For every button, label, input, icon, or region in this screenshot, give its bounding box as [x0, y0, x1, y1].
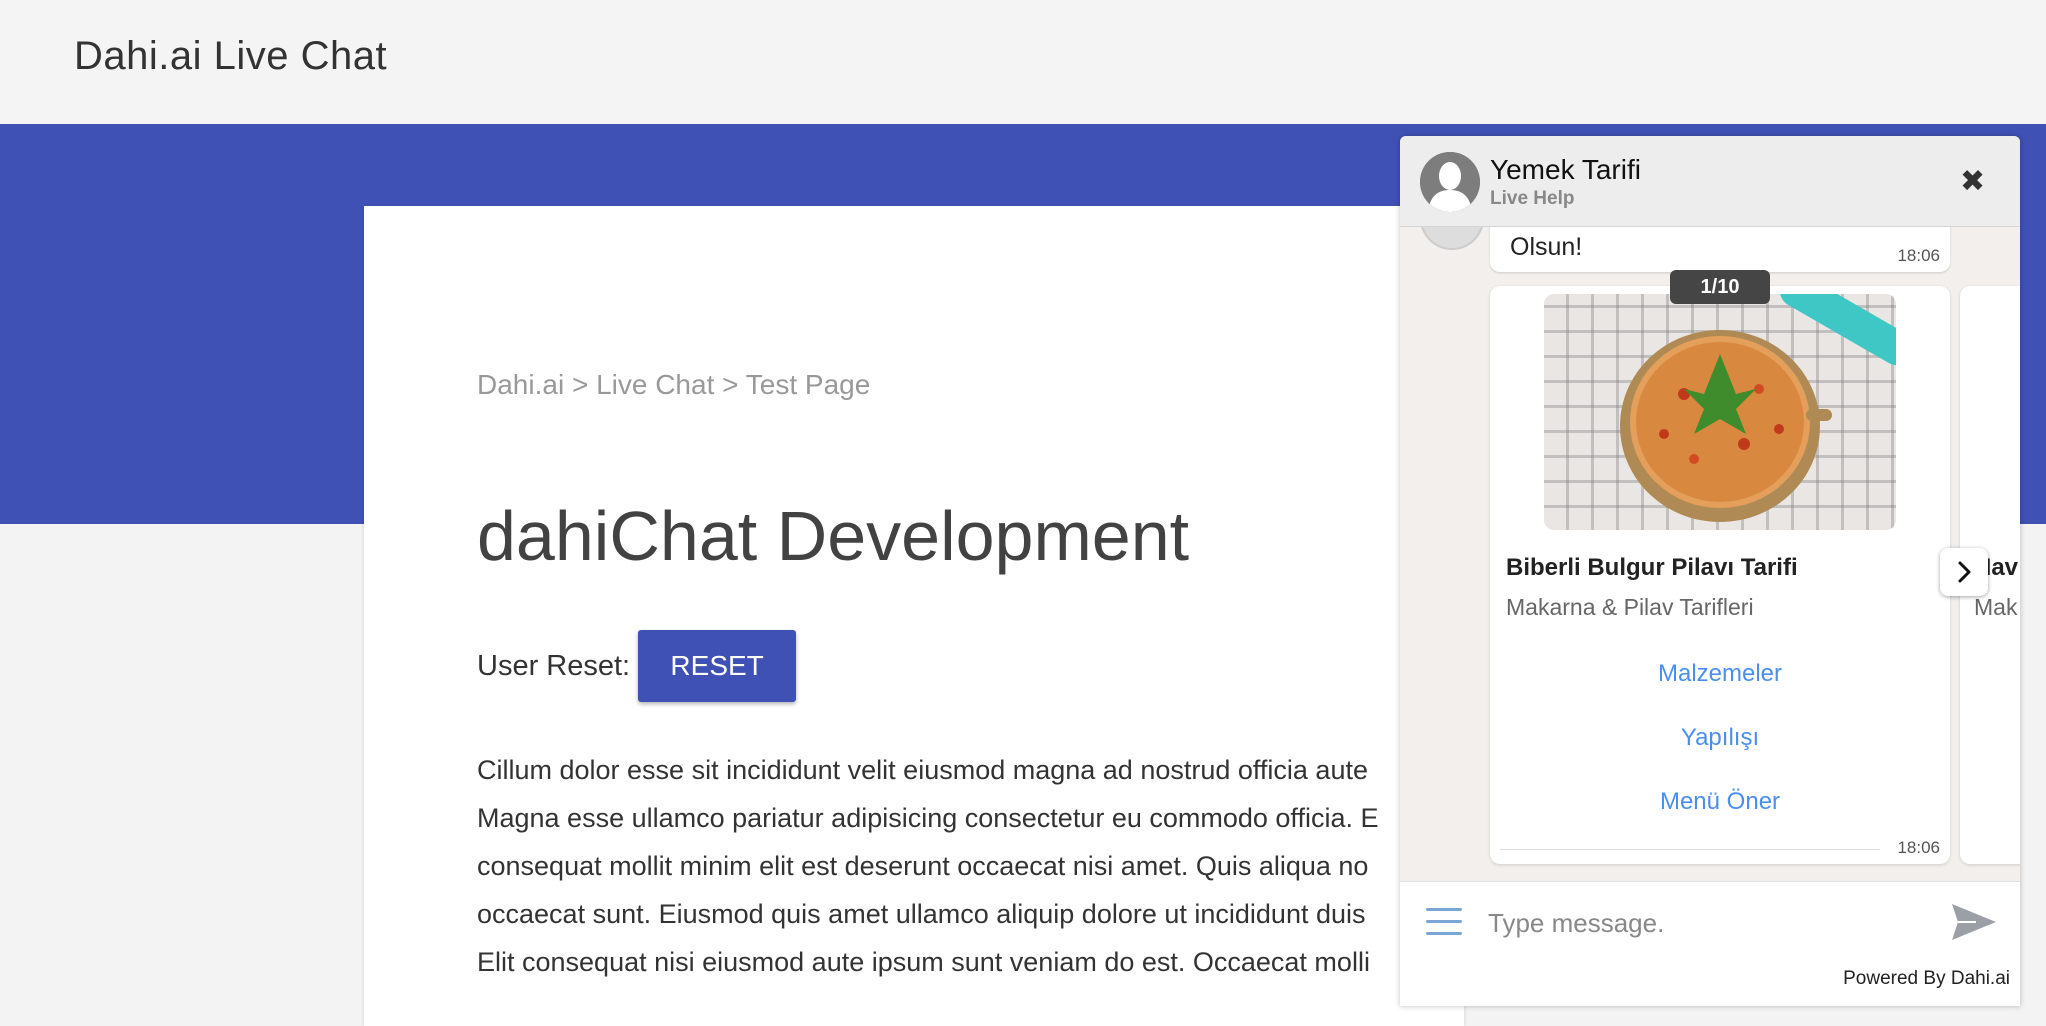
person-icon: [1420, 152, 1480, 212]
reset-label: User Reset:: [477, 649, 631, 682]
body-paragraph: Cillum dolor esse sit incididunt velit e…: [477, 746, 1457, 986]
page-title: dahiChat Development: [477, 497, 1190, 575]
message-text: Olsun!: [1510, 233, 1583, 261]
chat-title: Yemek Tarifi: [1490, 154, 1641, 185]
powered-by[interactable]: Powered By Dahi.ai: [1843, 968, 2010, 990]
chevron-right-icon: [1958, 561, 1971, 583]
message-time: 18:06: [1897, 246, 1940, 265]
bot-avatar: [1420, 152, 1480, 212]
reset-row: User Reset: RESET: [477, 630, 797, 702]
chat-header: Yemek Tarifi Live Help ✖: [1400, 136, 2020, 227]
carousel-next-button[interactable]: [1940, 548, 1988, 596]
message-bubble: Olsun! 18:06: [1490, 226, 1950, 272]
chat-input-bar: [1400, 881, 2020, 962]
sender-avatar: [1420, 226, 1484, 250]
carousel-card: Biberli Bulgur Pilavı Tarifi Makarna & P…: [1490, 286, 1950, 864]
recipe-image: [1544, 294, 1896, 530]
recipe-title: Biberli Bulgur Pilavı Tarifi: [1506, 554, 1798, 581]
recipe-category: Mak: [1974, 594, 2018, 620]
send-button[interactable]: [1950, 902, 1998, 947]
menu-icon[interactable]: [1426, 908, 1462, 938]
card-time: 18:06: [1897, 838, 1940, 857]
reset-button[interactable]: RESET: [638, 630, 797, 702]
card-divider: [1500, 849, 1880, 850]
carousel-pager: 1/10: [1670, 270, 1770, 304]
top-bar: Dahi.ai Live Chat: [0, 0, 2046, 124]
chat-widget: Yemek Tarifi Live Help ✖ Olsun! 18:06 1/…: [1400, 136, 2020, 1006]
body-line: Cillum dolor esse sit incididunt velit e…: [477, 755, 1368, 785]
chat-subtitle: Live Help: [1490, 188, 1575, 209]
body-line: consequat mollit minim elit est deserunt…: [477, 851, 1369, 881]
preparation-button[interactable]: Yapılışı: [1490, 724, 1950, 752]
chat-messages[interactable]: Olsun! 18:06 1/10 Biberli Bulgur Pilavı …: [1400, 226, 2020, 881]
breadcrumb: Dahi.ai > Live Chat > Test Page: [477, 369, 871, 400]
food-photo-icon: [1620, 294, 1896, 522]
body-line: Elit consequat nisi eiusmod aute ipsum s…: [477, 947, 1370, 977]
body-line: occaecat sunt. Eiusmod quis amet ullamco…: [477, 899, 1366, 929]
content-card: Dahi.ai > Live Chat > Test Page dahiChat…: [364, 206, 1464, 1026]
send-icon: [1952, 904, 1996, 940]
close-icon[interactable]: ✖: [1960, 164, 1985, 199]
recipe-category: Makarna & Pilav Tarifleri: [1506, 594, 1754, 620]
suggest-menu-button[interactable]: Menü Öner: [1490, 788, 1950, 816]
body-line: Magna esse ullamco pariatur adipisicing …: [477, 803, 1379, 833]
ingredients-button[interactable]: Malzemeler: [1490, 660, 1950, 688]
site-brand[interactable]: Dahi.ai Live Chat: [74, 34, 387, 79]
message-input[interactable]: [1486, 898, 1930, 948]
